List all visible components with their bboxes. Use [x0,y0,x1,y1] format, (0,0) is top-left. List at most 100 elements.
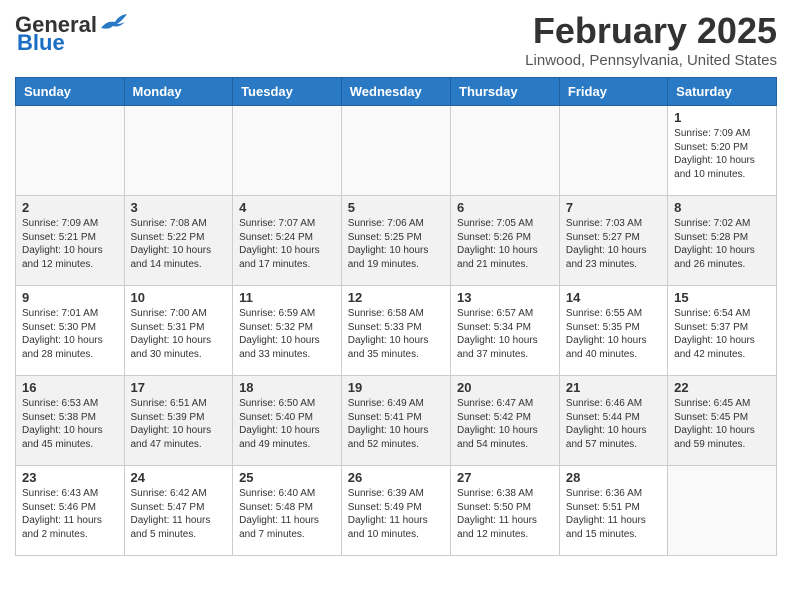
day-info: Sunrise: 6:39 AM Sunset: 5:49 PM Dayligh… [348,487,444,541]
day-number: 7 [566,200,661,215]
day-number: 24 [131,470,227,485]
calendar-cell [124,106,233,196]
day-number: 25 [239,470,335,485]
calendar-week-row: 1 Sunrise: 7:09 AM Sunset: 5:20 PM Daylig… [16,106,777,196]
day-info: Sunrise: 6:53 AM Sunset: 5:38 PM Dayligh… [22,397,118,451]
day-number: 22 [674,380,770,395]
calendar-cell: 5 Sunrise: 7:06 AM Sunset: 5:25 PM Daylig… [341,196,450,286]
calendar-cell: 16 Sunrise: 6:53 AM Sunset: 5:38 PM Dayli… [16,376,125,466]
weekday-header-thursday: Thursday [451,78,560,106]
calendar-cell: 14 Sunrise: 6:55 AM Sunset: 5:35 PM Dayli… [559,286,667,376]
weekday-header-sunday: Sunday [16,78,125,106]
logo-bird-icon [99,10,127,32]
day-number: 21 [566,380,661,395]
day-info: Sunrise: 6:43 AM Sunset: 5:46 PM Dayligh… [22,487,118,541]
calendar-cell [559,106,667,196]
calendar-cell: 8Sunrise: 7:02 AM Sunset: 5:28 PM Daylig… [668,196,777,286]
logo: General Blue [15,10,127,56]
day-info: Sunrise: 6:40 AM Sunset: 5:48 PM Dayligh… [239,487,335,541]
calendar-cell: 24 Sunrise: 6:42 AM Sunset: 5:47 PM Dayli… [124,466,233,556]
day-number: 27 [457,470,553,485]
weekday-header-row: SundayMondayTuesdayWednesdayThursdayFrid… [16,78,777,106]
day-info: Sunrise: 7:06 AM Sunset: 5:25 PM Dayligh… [348,217,444,271]
weekday-header-monday: Monday [124,78,233,106]
calendar-cell: 25 Sunrise: 6:40 AM Sunset: 5:48 PM Dayli… [233,466,342,556]
day-number: 15 [674,290,770,305]
day-number: 3 [131,200,227,215]
calendar-cell: 11Sunrise: 6:59 AM Sunset: 5:32 PM Dayli… [233,286,342,376]
day-info: Sunrise: 6:45 AM Sunset: 5:45 PM Dayligh… [674,397,770,451]
day-number: 19 [348,380,444,395]
weekday-header-tuesday: Tuesday [233,78,342,106]
calendar-cell: 2 Sunrise: 7:09 AM Sunset: 5:21 PM Daylig… [16,196,125,286]
calendar-cell: 20 Sunrise: 6:47 AM Sunset: 5:42 PM Dayli… [451,376,560,466]
calendar-cell: 9 Sunrise: 7:01 AM Sunset: 5:30 PM Daylig… [16,286,125,376]
calendar-cell: 12Sunrise: 6:58 AM Sunset: 5:33 PM Dayli… [341,286,450,376]
weekday-header-saturday: Saturday [668,78,777,106]
day-number: 16 [22,380,118,395]
day-number: 17 [131,380,227,395]
calendar-cell: 19Sunrise: 6:49 AM Sunset: 5:41 PM Dayli… [341,376,450,466]
day-info: Sunrise: 7:09 AM Sunset: 5:20 PM Dayligh… [674,127,770,181]
day-info: Sunrise: 6:36 AM Sunset: 5:51 PM Dayligh… [566,487,661,541]
calendar-cell: 10Sunrise: 7:00 AM Sunset: 5:31 PM Dayli… [124,286,233,376]
calendar-cell: 18 Sunrise: 6:50 AM Sunset: 5:40 PM Dayli… [233,376,342,466]
day-number: 13 [457,290,553,305]
day-number: 5 [348,200,444,215]
day-info: Sunrise: 6:54 AM Sunset: 5:37 PM Dayligh… [674,307,770,361]
calendar-week-row: 23Sunrise: 6:43 AM Sunset: 5:46 PM Dayli… [16,466,777,556]
calendar-cell: 3 Sunrise: 7:08 AM Sunset: 5:22 PM Daylig… [124,196,233,286]
day-number: 9 [22,290,118,305]
calendar-cell [451,106,560,196]
day-info: Sunrise: 6:55 AM Sunset: 5:35 PM Dayligh… [566,307,661,361]
calendar-cell: 23Sunrise: 6:43 AM Sunset: 5:46 PM Dayli… [16,466,125,556]
calendar-cell: 15 Sunrise: 6:54 AM Sunset: 5:37 PM Dayli… [668,286,777,376]
month-title: February 2025 [525,10,777,52]
day-number: 26 [348,470,444,485]
day-number: 6 [457,200,553,215]
calendar-week-row: 2 Sunrise: 7:09 AM Sunset: 5:21 PM Daylig… [16,196,777,286]
calendar-cell: 13 Sunrise: 6:57 AM Sunset: 5:34 PM Dayli… [451,286,560,376]
day-info: Sunrise: 6:58 AM Sunset: 5:33 PM Dayligh… [348,307,444,361]
calendar-cell [341,106,450,196]
day-info: Sunrise: 7:01 AM Sunset: 5:30 PM Dayligh… [22,307,118,361]
day-info: Sunrise: 6:57 AM Sunset: 5:34 PM Dayligh… [457,307,553,361]
calendar-cell: 27 Sunrise: 6:38 AM Sunset: 5:50 PM Dayli… [451,466,560,556]
day-number: 18 [239,380,335,395]
day-info: Sunrise: 6:46 AM Sunset: 5:44 PM Dayligh… [566,397,661,451]
day-info: Sunrise: 7:05 AM Sunset: 5:26 PM Dayligh… [457,217,553,271]
day-info: Sunrise: 7:07 AM Sunset: 5:24 PM Dayligh… [239,217,335,271]
day-info: Sunrise: 6:47 AM Sunset: 5:42 PM Dayligh… [457,397,553,451]
calendar-week-row: 16 Sunrise: 6:53 AM Sunset: 5:38 PM Dayli… [16,376,777,466]
day-number: 14 [566,290,661,305]
calendar-cell: 22 Sunrise: 6:45 AM Sunset: 5:45 PM Dayli… [668,376,777,466]
calendar-cell: 1 Sunrise: 7:09 AM Sunset: 5:20 PM Daylig… [668,106,777,196]
calendar-cell: 6 Sunrise: 7:05 AM Sunset: 5:26 PM Daylig… [451,196,560,286]
calendar-cell: 4Sunrise: 7:07 AM Sunset: 5:24 PM Daylig… [233,196,342,286]
calendar-cell: 7 Sunrise: 7:03 AM Sunset: 5:27 PM Daylig… [559,196,667,286]
day-info: Sunrise: 7:02 AM Sunset: 5:28 PM Dayligh… [674,217,770,271]
logo-blue-text: Blue [17,30,65,56]
day-info: Sunrise: 7:00 AM Sunset: 5:31 PM Dayligh… [131,307,227,361]
weekday-header-friday: Friday [559,78,667,106]
day-info: Sunrise: 6:50 AM Sunset: 5:40 PM Dayligh… [239,397,335,451]
calendar-cell: 17 Sunrise: 6:51 AM Sunset: 5:39 PM Dayli… [124,376,233,466]
header: General Blue February 2025 Linwood, Penn… [15,10,777,69]
calendar-cell [233,106,342,196]
day-info: Sunrise: 7:09 AM Sunset: 5:21 PM Dayligh… [22,217,118,271]
calendar-cell [16,106,125,196]
calendar-cell: 26 Sunrise: 6:39 AM Sunset: 5:49 PM Dayli… [341,466,450,556]
calendar-cell: 21 Sunrise: 6:46 AM Sunset: 5:44 PM Dayli… [559,376,667,466]
day-info: Sunrise: 6:42 AM Sunset: 5:47 PM Dayligh… [131,487,227,541]
day-number: 28 [566,470,661,485]
day-info: Sunrise: 6:38 AM Sunset: 5:50 PM Dayligh… [457,487,553,541]
day-number: 1 [674,110,770,125]
day-info: Sunrise: 6:51 AM Sunset: 5:39 PM Dayligh… [131,397,227,451]
day-number: 20 [457,380,553,395]
location-subtitle: Linwood, Pennsylvania, United States [525,52,777,69]
day-info: Sunrise: 6:59 AM Sunset: 5:32 PM Dayligh… [239,307,335,361]
day-number: 2 [22,200,118,215]
weekday-header-wednesday: Wednesday [341,78,450,106]
day-info: Sunrise: 7:08 AM Sunset: 5:22 PM Dayligh… [131,217,227,271]
day-info: Sunrise: 7:03 AM Sunset: 5:27 PM Dayligh… [566,217,661,271]
